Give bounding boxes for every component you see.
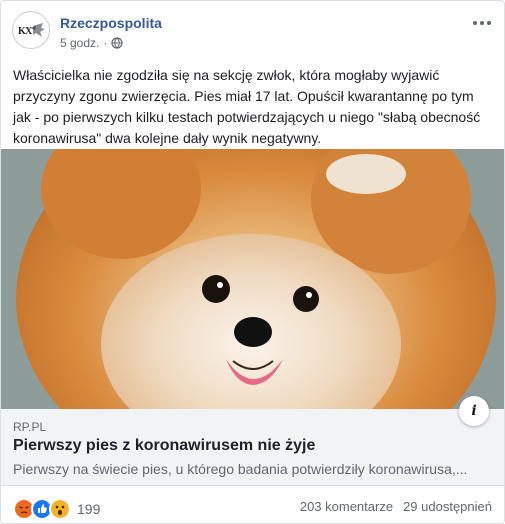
info-icon: i	[471, 403, 477, 419]
page-avatar[interactable]: K X	[12, 11, 50, 49]
dot-icon	[480, 21, 484, 25]
post-text: Właścicielka nie zgodziła się na sekcję …	[13, 67, 481, 146]
facebook-post: K X Rzeczpospolita 5 godz. · Właścicielk…	[0, 0, 505, 524]
wow-reaction-icon	[49, 498, 71, 520]
rzeczpospolita-logo-icon: K X	[18, 23, 45, 37]
reactions-summary[interactable]: 199	[13, 498, 100, 520]
shares-count[interactable]: 29 udostępnień	[403, 499, 492, 514]
post-header: K X Rzeczpospolita 5 godz. ·	[1, 1, 504, 57]
link-preview[interactable]: RP.PL Pierwszy pies z koronawirusem nie …	[1, 409, 504, 486]
page-name[interactable]: Rzeczpospolita	[60, 15, 162, 31]
pomeranian-dog-photo	[1, 149, 504, 409]
dot-icon	[473, 21, 477, 25]
svg-text:X: X	[25, 26, 33, 37]
post-timestamp[interactable]: 5 godz.	[60, 36, 99, 50]
dot-icon	[487, 21, 491, 25]
link-title[interactable]: Pierwszy pies z koronawirusem nie żyje	[13, 437, 315, 455]
link-preview-image[interactable]	[1, 149, 504, 409]
post-stats: 203 komentarze 29 udostępnień	[300, 499, 492, 514]
info-button[interactable]: i	[459, 396, 489, 426]
post-meta: 5 godz. ·	[60, 36, 123, 50]
post-footer: 199 203 komentarze 29 udostępnień	[1, 486, 504, 523]
more-options-button[interactable]	[470, 15, 494, 31]
link-domain: RP.PL	[13, 420, 47, 434]
reaction-count[interactable]: 199	[77, 501, 100, 517]
link-description: Pierwszy na świecie pies, u którego bada…	[13, 461, 468, 477]
globe-icon	[111, 37, 123, 49]
comments-count[interactable]: 203 komentarze	[300, 499, 393, 514]
